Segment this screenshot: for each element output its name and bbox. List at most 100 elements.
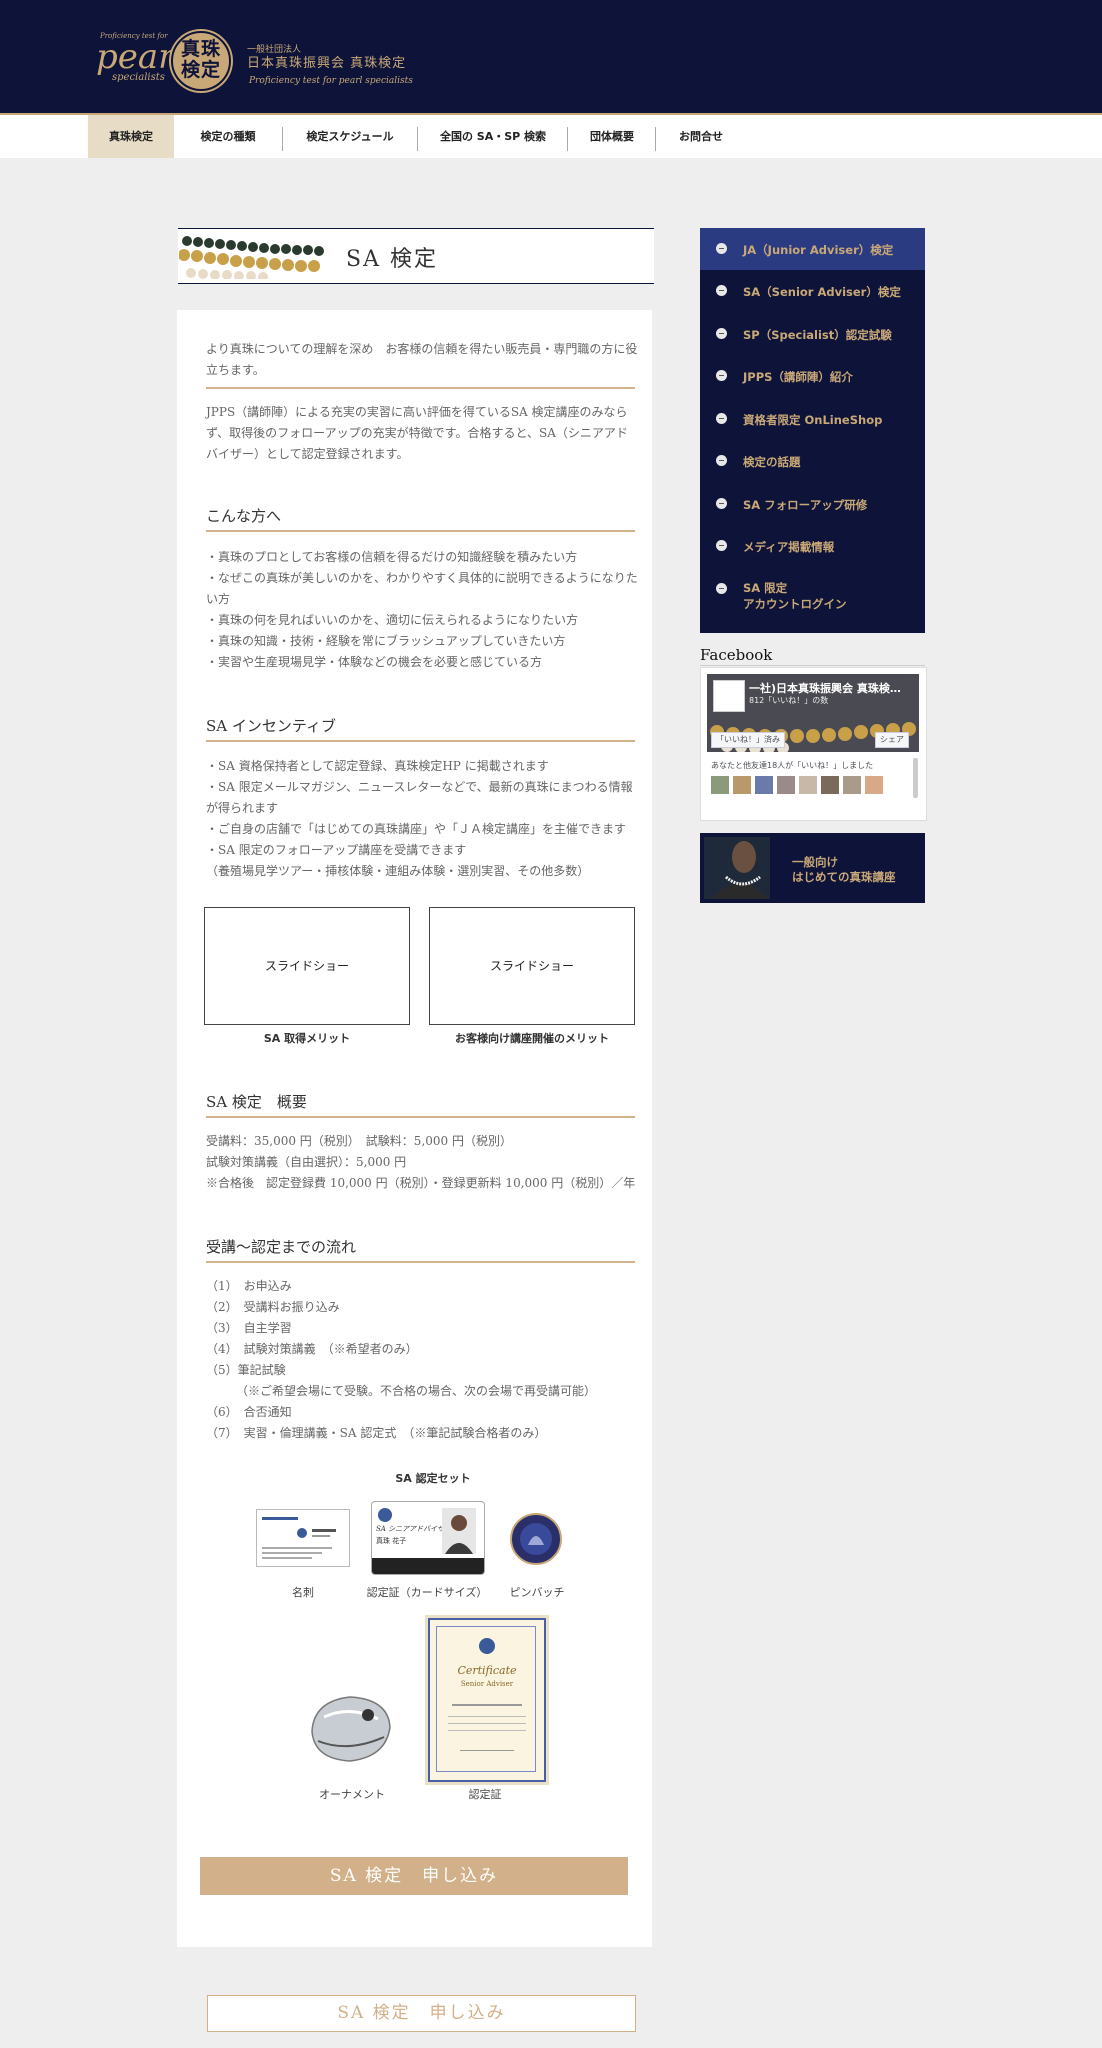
sidebar-item-ja[interactable]: JA（Junior Adviser）検定	[700, 228, 925, 270]
list-item: （7） 実習・倫理講義・SA 認定式 （※筆記試験合格者のみ）	[206, 1426, 547, 1440]
sidebar-item-label: JPPS（講師陣）紹介	[743, 370, 853, 384]
facebook-page-name: 一社)日本真珠振興会 真珠検…	[749, 682, 901, 695]
nav-item-shinju-kentei[interactable]: 真珠検定	[88, 115, 174, 158]
set-item-label: 認定証（カードサイズ）	[366, 1586, 488, 1599]
facebook-widget[interactable]: 一社)日本真珠振興会 真珠検… 812「いいね！」の数 「いいね！」済み シェア…	[700, 667, 927, 821]
description-text: JPPS（講師陣）による充実の実習に高い評価を得ているSA 検定講座のみならず、…	[206, 405, 628, 461]
target-list: ・真珠のプロとしてお客様の信頼を得るだけの知識経験を積みたい方 ・なぜこの真珠が…	[206, 547, 642, 673]
slideshow-sa-merit[interactable]: スライドショー	[204, 907, 410, 1025]
list-item: （5）筆記試験	[206, 1363, 286, 1377]
sidebar-item-login[interactable]: SA 限定 アカウントログイン	[700, 568, 925, 628]
list-item: （3） 自主学習	[206, 1321, 292, 1335]
beginner-course-banner[interactable]: 一般向け はじめての真珠講座	[700, 833, 925, 903]
list-item: ・実習や生産現場見学・体験などの機会を必要と感じている方	[206, 655, 543, 669]
section-heading-incentive: SA インセンティブ	[206, 715, 635, 742]
site-header: Proficiency test for pearl specialists 真…	[0, 0, 1102, 115]
sidebar-item-shop[interactable]: 資格者限定 OnLineShop	[700, 398, 925, 440]
logo-mark[interactable]: 真珠検定	[171, 31, 231, 91]
bullet-icon	[716, 243, 727, 254]
sidebar-item-label: SA（Senior Adviser）検定	[743, 285, 901, 299]
sidebar-menu: JA（Junior Adviser）検定 SA（Senior Adviser）検…	[700, 228, 925, 633]
list-item: （1） お申込み	[206, 1279, 292, 1293]
list-item: （養殖場見学ツアー・挿核体験・連組み体験・選別実習、その他多数）	[206, 864, 590, 878]
set-item-label: 名刺	[292, 1586, 314, 1599]
sidebar-item-label: メディア掲載情報	[743, 540, 835, 554]
list-item: ・真珠の何を見ればいいのかを、適切に伝えられるようになりたい方	[206, 613, 579, 627]
bullet-icon	[716, 540, 727, 551]
nav-item-search[interactable]: 全国の SA・SP 検索	[420, 115, 566, 158]
facebook-share-button[interactable]: シェア	[875, 732, 909, 748]
bullet-icon	[716, 413, 727, 424]
sidebar-item-sp[interactable]: SP（Specialist）認定試験	[700, 313, 925, 355]
apply-outline-button[interactable]: SA 検定 申し込み	[207, 1995, 636, 2032]
set-item-label: ピンバッチ	[509, 1586, 565, 1599]
sidebar-item-topics[interactable]: 検定の話題	[700, 440, 925, 482]
bullet-icon	[716, 328, 727, 339]
facebook-friend-avatars	[711, 776, 891, 798]
list-item: ※合格後 認定登録費 10,000 円（税別）・登録更新料 10,000 円（税…	[206, 1176, 636, 1190]
list-item: （4） 試験対策講義 （※希望者のみ）	[206, 1342, 418, 1356]
certificate-title: Certificate	[457, 1664, 517, 1677]
banner-line: 一般向け	[792, 855, 838, 869]
apply-button[interactable]: SA 検定 申し込み	[200, 1857, 628, 1895]
org-name: 日本真珠振興会 真珠検定	[247, 56, 407, 71]
list-item: ・SA 限定のフォローアップ講座を受講できます	[206, 843, 467, 857]
cert-card-title: SA シニアアドバイザー	[376, 1525, 452, 1533]
list-item: ・なぜこの真珠が美しいのかを、わかりやすく具体的に説明できるようになりたい方	[206, 571, 638, 606]
list-item: （6） 合否通知	[206, 1405, 292, 1419]
facebook-heading: Facebook	[700, 646, 773, 664]
main-nav: 真珠検定 検定の種類 検定スケジュール 全国の SA・SP 検索 団体概要 お問…	[0, 115, 1102, 158]
sidebar-item-media[interactable]: メディア掲載情報	[700, 525, 925, 567]
facebook-likes-count: 812「いいね！」の数	[749, 696, 829, 705]
facebook-cover-image: 一社)日本真珠振興会 真珠検… 812「いいね！」の数 「いいね！」済み シェア	[707, 674, 919, 752]
cert-card-photo	[442, 1508, 476, 1554]
business-card-image	[256, 1509, 350, 1567]
set-heading: SA 認定セット	[395, 1472, 471, 1485]
nav-item-types[interactable]: 検定の種類	[178, 115, 278, 158]
nav-item-about[interactable]: 団体概要	[570, 115, 654, 158]
divider	[700, 665, 925, 666]
list-item: （2） 受講料お振り込み	[206, 1300, 340, 1314]
set-item-label: オーナメント	[319, 1788, 385, 1801]
overview-list: 受講料：35,000 円（税別） 試験料：5,000 円（税別） 試験対策講義（…	[206, 1131, 642, 1194]
slideshow-course-merit[interactable]: スライドショー	[429, 907, 635, 1025]
list-item: 試験対策講義（自由選択）：5,000 円	[206, 1155, 407, 1169]
sidebar-item-label: 検定の話題	[743, 455, 801, 469]
logo-sub: specialists	[112, 72, 165, 83]
page-title: SA 検定	[346, 247, 438, 272]
cert-card-name: 真珠 花子	[376, 1537, 407, 1545]
certificate-image: Certificate Senior Adviser	[428, 1618, 546, 1782]
org-subtitle: Proficiency test for pearl specialists	[249, 76, 413, 86]
section-heading-overview: SA 検定 概要	[206, 1091, 635, 1118]
facebook-page-avatar	[713, 680, 745, 712]
banner-line: はじめての真珠講座	[792, 870, 896, 884]
slideshow-caption: SA 取得メリット	[263, 1032, 351, 1045]
sidebar-item-sa[interactable]: SA（Senior Adviser）検定	[700, 270, 925, 312]
bullet-icon	[716, 455, 727, 466]
list-item: ・SA 限定メールマガジン、ニュースレターなどで、最新の真珠にまつわる情報が得ら…	[206, 780, 633, 815]
section-heading-flow: 受講～認定までの流れ	[206, 1236, 635, 1263]
site-logo[interactable]: Proficiency test for pearl specialists	[96, 32, 185, 88]
banner-text: 一般向け はじめての真珠講座	[792, 855, 896, 885]
list-item: ・SA 資格保持者として認定登録、真珠検定HP に掲載されます	[206, 759, 549, 773]
set-item-label: 認定証	[468, 1788, 502, 1801]
section-heading-target: こんな方へ	[206, 505, 635, 532]
certificate-card-image: SA シニアアドバイザー 真珠 花子	[371, 1501, 485, 1575]
facebook-like-button[interactable]: 「いいね！」済み	[711, 732, 785, 748]
nav-separator	[655, 127, 656, 151]
nav-item-contact[interactable]: お問合せ	[658, 115, 744, 158]
nav-item-schedule[interactable]: 検定スケジュール	[285, 115, 415, 158]
sidebar-item-label: SA フォローアップ研修	[743, 498, 868, 512]
crystal-ornament-image	[311, 1696, 391, 1762]
sidebar-item-jpps[interactable]: JPPS（講師陣）紹介	[700, 355, 925, 397]
list-item: ・真珠のプロとしてお客様の信頼を得るだけの知識経験を積みたい方	[206, 550, 578, 564]
intro-text: より真珠についての理解を深め お客様の信頼を得たい販売員・専門職の方に役立ちます…	[206, 342, 638, 377]
sidebar-item-label: SA 限定 アカウントログイン	[743, 581, 847, 611]
sidebar-item-followup[interactable]: SA フォローアップ研修	[700, 483, 925, 525]
facebook-friends-text: あなたと他友達18人が「いいね！」しました	[711, 761, 874, 770]
sidebar-item-label: 資格者限定 OnLineShop	[743, 413, 883, 427]
nav-separator	[417, 127, 418, 151]
list-item: ・ご自身の店舗で「はじめての真珠講座」や「ＪＡ検定講座」を主催できます	[206, 822, 627, 836]
scrollbar[interactable]	[913, 758, 918, 798]
incentive-list: ・SA 資格保持者として認定登録、真珠検定HP に掲載されます ・SA 限定メー…	[206, 756, 638, 882]
